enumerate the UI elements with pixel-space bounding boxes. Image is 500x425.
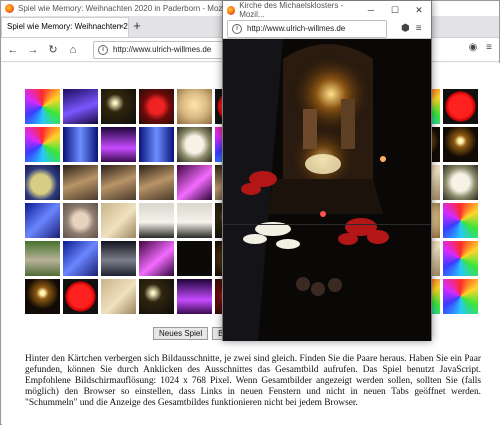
popup-navigation-bar: i http://www.ulrich-willmes.de ⬢ ≡ [223, 19, 431, 39]
memory-tile[interactable] [25, 165, 60, 200]
popup-title: Kirche des Michaelsklosters - Mozil... [239, 1, 344, 19]
menu-icon[interactable]: ≡ [416, 23, 422, 34]
popup-address-bar[interactable]: i http://www.ulrich-willmes.de [227, 19, 387, 38]
memory-tile[interactable] [101, 165, 136, 200]
new-tab-button[interactable]: + [129, 17, 145, 37]
memory-tile[interactable] [63, 127, 98, 162]
memory-tile[interactable] [25, 279, 60, 314]
memory-tile[interactable] [101, 241, 136, 276]
close-icon[interactable]: ✕ [407, 5, 431, 16]
maximize-icon[interactable]: ☐ [383, 5, 407, 16]
memory-tile[interactable] [177, 89, 212, 124]
nativity-scene-image [223, 39, 431, 341]
tab-close-icon[interactable]: × [119, 18, 124, 36]
game-description: Hinter den Kärtchen verbergen sich Bilda… [25, 354, 481, 408]
popup-title-bar: Kirche des Michaelsklosters - Mozil... ─… [223, 1, 431, 19]
forward-icon[interactable]: → [25, 42, 41, 58]
church-nativity-photo [223, 39, 431, 341]
memory-tile[interactable] [63, 241, 98, 276]
memory-tile[interactable] [25, 203, 60, 238]
memory-tile[interactable] [139, 127, 174, 162]
memory-tile[interactable] [443, 127, 478, 162]
memory-tile[interactable] [63, 165, 98, 200]
toolbar-right: ◉ ≡ [467, 40, 495, 56]
memory-tile[interactable] [63, 89, 98, 124]
account-icon[interactable]: ◉ [467, 40, 479, 56]
reload-icon[interactable]: ↻ [45, 42, 61, 58]
tab-label: Spiel wie Memory: Weihnachten 20 [7, 22, 129, 31]
window-controls: ─ ☐ ✕ [359, 5, 431, 16]
memory-tile[interactable] [139, 165, 174, 200]
site-info-icon[interactable]: i [232, 23, 242, 34]
memory-tile[interactable] [177, 127, 212, 162]
home-icon[interactable]: ⌂ [65, 42, 81, 58]
extensions-icon[interactable]: ⬢ [401, 23, 410, 34]
memory-tile[interactable] [443, 203, 478, 238]
memory-tile[interactable] [139, 279, 174, 314]
popup-window: Kirche des Michaelsklosters - Mozil... ─… [222, 0, 432, 341]
memory-tile[interactable] [139, 203, 174, 238]
memory-tile[interactable] [177, 165, 212, 200]
memory-tile[interactable] [139, 89, 174, 124]
minimize-icon[interactable]: ─ [359, 5, 383, 16]
memory-tile[interactable] [63, 203, 98, 238]
memory-tile[interactable] [443, 165, 478, 200]
memory-tile[interactable] [25, 241, 60, 276]
memory-tile[interactable] [443, 241, 478, 276]
firefox-logo-icon [227, 5, 236, 15]
new-game-button[interactable]: Neues Spiel [153, 327, 209, 340]
popup-address-text: http://www.ulrich-willmes.de [247, 23, 346, 33]
firefox-logo-icon [5, 4, 14, 13]
memory-tile[interactable] [101, 127, 136, 162]
memory-tile[interactable] [25, 89, 60, 124]
memory-tile[interactable] [177, 241, 212, 276]
memory-tile[interactable] [25, 127, 60, 162]
menu-icon[interactable]: ≡ [483, 40, 495, 56]
back-icon[interactable]: ← [5, 42, 21, 58]
memory-tile[interactable] [443, 279, 478, 314]
memory-tile[interactable] [177, 203, 212, 238]
memory-tile[interactable] [101, 279, 136, 314]
memory-tile[interactable] [139, 241, 174, 276]
address-text: http://www.ulrich-willmes.de [113, 44, 212, 54]
site-info-icon[interactable]: i [98, 44, 108, 55]
memory-tile[interactable] [101, 203, 136, 238]
tab-memory-game[interactable]: Spiel wie Memory: Weihnachten 20 × [1, 17, 129, 37]
memory-tile[interactable] [63, 279, 98, 314]
memory-tile[interactable] [443, 89, 478, 124]
memory-tile[interactable] [101, 89, 136, 124]
memory-tile[interactable] [177, 279, 212, 314]
